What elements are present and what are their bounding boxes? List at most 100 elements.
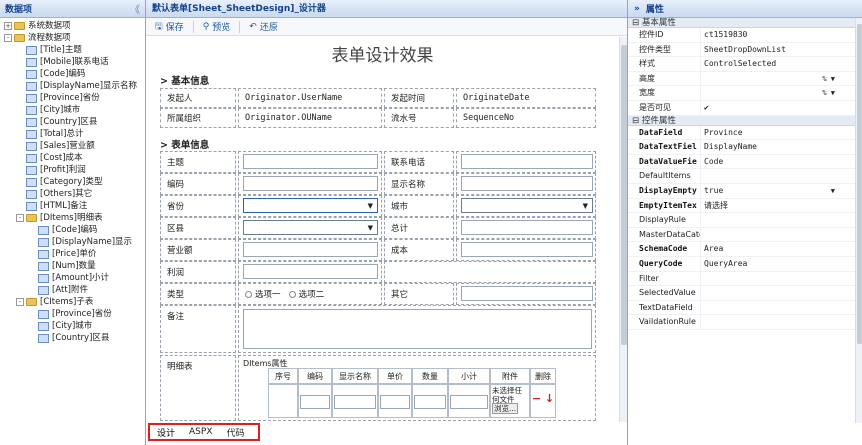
remove-icon[interactable]: − (532, 392, 541, 405)
collapse-toggle-icon[interactable]: - (4, 34, 12, 42)
tree-node[interactable]: [Amount]小计 (0, 272, 145, 284)
field-input-city[interactable]: ▼ (461, 198, 593, 213)
tree-node[interactable]: [City]城市 (0, 104, 145, 116)
tree-node[interactable]: - 流程数据项 (0, 32, 145, 44)
property-row[interactable]: 是否可见 ✔ (628, 100, 855, 116)
tree-node[interactable]: - [CItems]子表 (0, 296, 145, 308)
property-value[interactable] (701, 315, 855, 329)
property-value[interactable] (701, 272, 855, 286)
property-value[interactable]: % ▼ (701, 86, 855, 100)
undo-button[interactable]: ↶ 还原 (244, 19, 283, 35)
tree-node[interactable]: [Title]主题 (0, 44, 145, 56)
section-control-props[interactable]: ⊟ 控件属性 (628, 115, 855, 126)
tree-node[interactable]: [Country]区县 (0, 116, 145, 128)
section-basic-props[interactable]: ⊟ 基本属性 (628, 18, 855, 28)
collapse-icon[interactable]: 《 (130, 1, 140, 16)
detail-input[interactable] (380, 395, 410, 409)
tree-node[interactable]: [Num]数量 (0, 260, 145, 272)
preview-button[interactable]: ⚲ 预览 (198, 19, 236, 35)
tree-node[interactable]: [Country]区县 (0, 332, 145, 344)
property-row[interactable]: SchemaCode Area (628, 242, 855, 257)
tree-node[interactable]: [Sales]营业额 (0, 140, 145, 152)
arrow-down-icon[interactable]: ↓ (545, 392, 554, 405)
property-row[interactable]: 宽度 % ▼ (628, 86, 855, 101)
property-value[interactable] (701, 228, 855, 242)
tree-node[interactable]: [City]城市 (0, 320, 145, 332)
tree-node[interactable]: [Profit]利润 (0, 164, 145, 176)
field-input-mobile[interactable] (461, 154, 593, 169)
property-row[interactable]: DataValueFie Code (628, 154, 855, 170)
property-value[interactable]: Code (701, 155, 855, 169)
property-row[interactable]: 样式 ControlSelected (628, 57, 855, 72)
tree-node[interactable]: [Mobile]联系电话 (0, 56, 145, 68)
field-input-profit[interactable] (243, 264, 378, 279)
field-input-cost[interactable] (461, 242, 593, 257)
property-row[interactable]: 高度 % ▼ (628, 71, 855, 87)
detail-input[interactable] (300, 395, 330, 409)
expand-icon[interactable]: » (634, 4, 640, 14)
dropdown-icon[interactable]: ▼ (831, 184, 835, 198)
property-row[interactable]: 控件ID ct1519830 (628, 28, 855, 43)
tab-design[interactable]: 设计 (150, 425, 183, 439)
property-value[interactable]: ct1519830 (701, 28, 855, 42)
property-value[interactable] (701, 213, 855, 227)
tree-node[interactable]: [Code]编码 (0, 68, 145, 80)
property-value[interactable]: Area (701, 242, 855, 256)
property-row[interactable]: MasterDataCateg (628, 227, 855, 243)
property-value[interactable]: ControlSelected (701, 57, 855, 71)
tree-node[interactable]: + 系统数据项 (0, 20, 145, 32)
tree-node[interactable]: [Category]类型 (0, 176, 145, 188)
field-input-total[interactable] (461, 220, 593, 235)
field-input-display[interactable] (461, 176, 593, 191)
property-row[interactable]: DataTextFiel DisplayName (628, 140, 855, 155)
remark-editor[interactable] (243, 309, 592, 349)
tree-node[interactable]: [Total]总计 (0, 128, 145, 140)
property-row[interactable]: DataField Province (628, 125, 855, 141)
detail-input[interactable] (450, 395, 488, 409)
tree-node[interactable]: [Code]编码 (0, 224, 145, 236)
dropdown-icon[interactable]: % ▼ (822, 72, 835, 86)
property-row[interactable]: Filter (628, 271, 855, 287)
tree-node[interactable]: [DisplayName]显示 (0, 236, 145, 248)
browse-button[interactable]: 浏览... (492, 403, 519, 414)
property-row[interactable]: VaildationRule (628, 315, 855, 330)
property-row[interactable]: EmptyItemTex 请选择 (628, 198, 855, 214)
tree-node[interactable]: [DisplayName]显示名称 (0, 80, 145, 92)
tree-node[interactable]: - [DItems]明细表 (0, 212, 145, 224)
property-value[interactable] (701, 301, 855, 315)
property-value[interactable]: DisplayName (701, 140, 855, 154)
tab-code[interactable]: 代码 (219, 426, 251, 439)
tree-node[interactable]: [HTML]备注 (0, 200, 145, 212)
property-value[interactable]: Province (701, 126, 855, 140)
property-value[interactable]: QueryArea (701, 257, 855, 271)
property-value[interactable]: % ▼ (701, 72, 855, 86)
property-value[interactable]: true ▼ (701, 184, 855, 198)
property-row[interactable]: QueryCode QueryArea (628, 256, 855, 272)
property-value[interactable]: 请选择 (701, 199, 855, 213)
dropdown-icon[interactable]: % ▼ (822, 86, 835, 100)
tree-node[interactable]: [Cost]成本 (0, 152, 145, 164)
field-input-district[interactable]: ▼ (243, 220, 378, 235)
tree-node[interactable]: [Province]省份 (0, 92, 145, 104)
property-value[interactable] (701, 286, 855, 300)
detail-input[interactable] (414, 395, 446, 409)
canvas-scrollbar[interactable] (619, 37, 627, 422)
property-row[interactable]: DisplayEmpty true ▼ (628, 183, 855, 199)
collapse-toggle-icon[interactable]: - (16, 214, 24, 222)
tab-aspx[interactable]: ASPX (182, 427, 219, 437)
expand-toggle-icon[interactable]: + (4, 22, 12, 30)
property-row[interactable]: DefaultItems (628, 169, 855, 184)
property-value[interactable]: ✔ (701, 101, 855, 115)
field-input-sales[interactable] (243, 242, 378, 257)
radio-option-2[interactable] (288, 290, 296, 298)
detail-input[interactable] (334, 395, 376, 409)
properties-scrollbar[interactable] (855, 18, 862, 423)
save-button[interactable]: 🖫 保存 (150, 19, 189, 35)
field-input-province[interactable]: ▼ (243, 198, 378, 213)
field-input-others[interactable] (461, 286, 593, 301)
tree-node[interactable]: [Others]其它 (0, 188, 145, 200)
collapse-toggle-icon[interactable]: - (16, 298, 24, 306)
tree-node[interactable]: [Price]单价 (0, 248, 145, 260)
field-input-title[interactable] (243, 154, 378, 169)
property-row[interactable]: SelectedValue (628, 286, 855, 301)
